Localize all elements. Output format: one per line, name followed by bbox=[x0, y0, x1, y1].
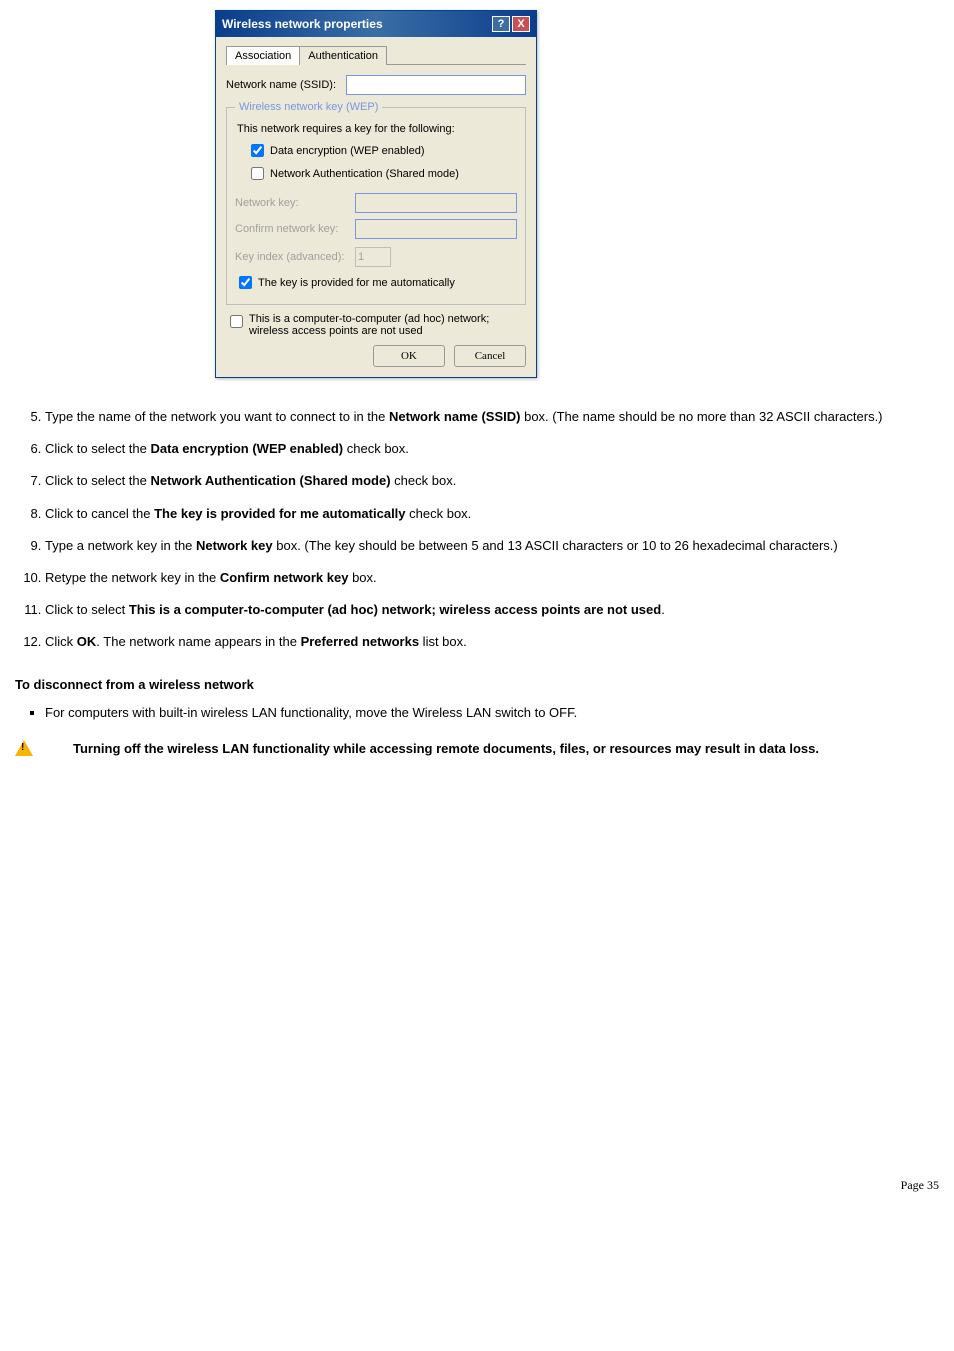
step-9: Type a network key in the Network key bo… bbox=[45, 537, 939, 555]
step-10: Retype the network key in the Confirm ne… bbox=[45, 569, 939, 587]
ssid-label: Network name (SSID): bbox=[226, 79, 346, 91]
cancel-button[interactable]: Cancel bbox=[454, 345, 526, 367]
checkbox-network-auth[interactable] bbox=[251, 167, 264, 180]
instruction-list: Type the name of the network you want to… bbox=[15, 408, 939, 652]
label-adhoc: This is a computer-to-computer (ad hoc) … bbox=[249, 313, 526, 337]
close-icon[interactable]: X bbox=[512, 16, 530, 32]
confirm-key-input bbox=[355, 219, 517, 239]
tab-authentication[interactable]: Authentication bbox=[299, 46, 387, 65]
step-5: Type the name of the network you want to… bbox=[45, 408, 939, 426]
warning-block: Turning off the wireless LAN functionali… bbox=[15, 740, 939, 758]
step-8: Click to cancel the The key is provided … bbox=[45, 505, 939, 523]
warning-icon bbox=[15, 740, 33, 756]
label-auto-key: The key is provided for me automatically bbox=[258, 277, 455, 289]
page-number: Page 35 bbox=[15, 1178, 939, 1193]
confirm-key-label: Confirm network key: bbox=[235, 223, 355, 235]
checkbox-data-encryption[interactable] bbox=[251, 144, 264, 157]
titlebar: Wireless network properties ? X bbox=[216, 11, 536, 37]
dialog-title: Wireless network properties bbox=[222, 17, 383, 31]
step-11: Click to select This is a computer-to-co… bbox=[45, 601, 939, 619]
checkbox-adhoc[interactable] bbox=[230, 315, 243, 328]
disconnect-heading: To disconnect from a wireless network bbox=[15, 677, 939, 692]
step-6: Click to select the Data encryption (WEP… bbox=[45, 440, 939, 458]
step-7: Click to select the Network Authenticati… bbox=[45, 472, 939, 490]
warning-text: Turning off the wireless LAN functionali… bbox=[73, 740, 819, 758]
label-data-encryption: Data encryption (WEP enabled) bbox=[270, 145, 425, 157]
step-12: Click OK. The network name appears in th… bbox=[45, 633, 939, 651]
key-index-spinner: 1 bbox=[355, 247, 391, 267]
ssid-input[interactable] bbox=[346, 75, 526, 95]
label-network-auth: Network Authentication (Shared mode) bbox=[270, 168, 459, 180]
network-key-input bbox=[355, 193, 517, 213]
network-key-label: Network key: bbox=[235, 197, 355, 209]
wep-group: Wireless network key (WEP) This network … bbox=[226, 101, 526, 305]
wep-intro-text: This network requires a key for the foll… bbox=[237, 123, 517, 135]
key-index-label: Key index (advanced): bbox=[235, 251, 355, 263]
wireless-properties-dialog: Wireless network properties ? X Associat… bbox=[215, 10, 537, 378]
help-icon[interactable]: ? bbox=[492, 16, 510, 32]
ok-button[interactable]: OK bbox=[373, 345, 445, 367]
wep-group-legend: Wireless network key (WEP) bbox=[235, 101, 382, 113]
disconnect-bullet: For computers with built-in wireless LAN… bbox=[45, 704, 939, 722]
dialog-screenshot: Wireless network properties ? X Associat… bbox=[215, 10, 939, 378]
checkbox-auto-key[interactable] bbox=[239, 276, 252, 289]
tab-strip: Association Authentication bbox=[226, 45, 526, 65]
tab-association[interactable]: Association bbox=[226, 46, 300, 65]
disconnect-bullet-list: For computers with built-in wireless LAN… bbox=[15, 704, 939, 722]
